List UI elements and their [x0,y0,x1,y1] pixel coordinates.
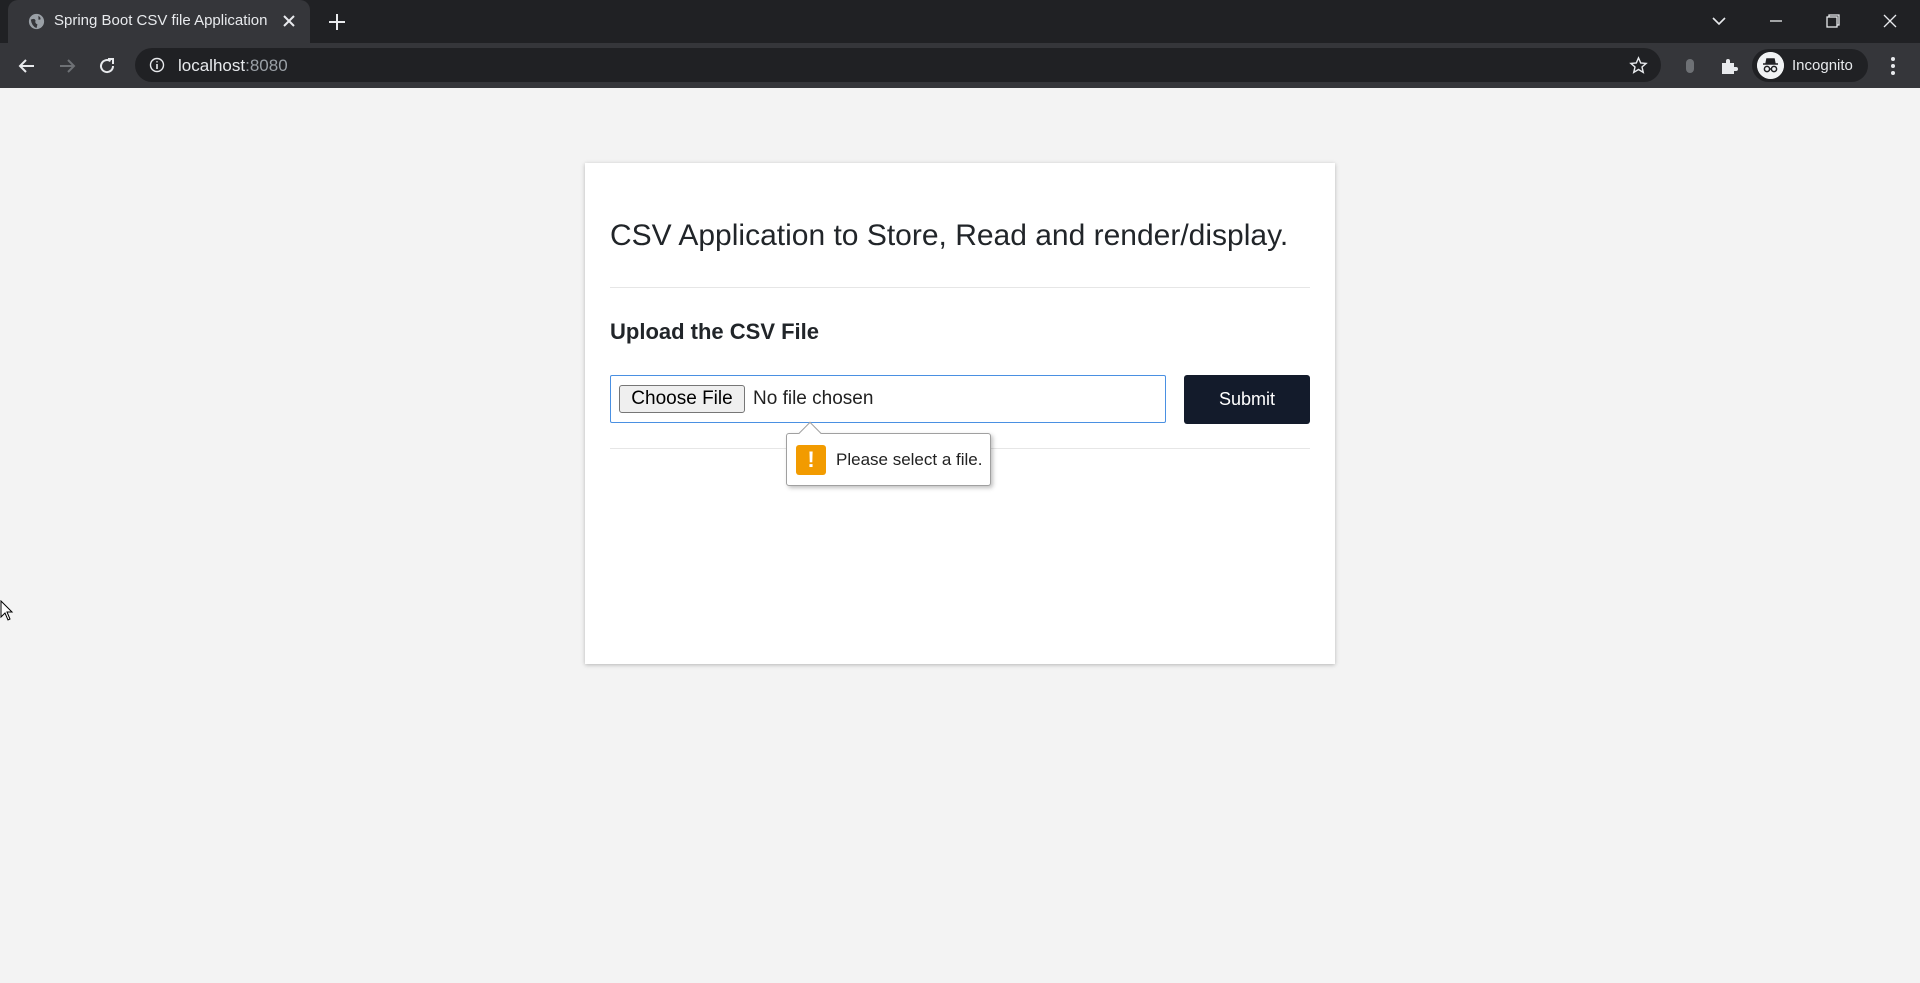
address-bar[interactable]: localhost:8080 [135,48,1661,82]
browser-tab[interactable]: Spring Boot CSV file Application [8,0,310,43]
mouse-cursor-icon [0,600,14,621]
csv-file-input[interactable]: Choose File No file chosen [610,375,1166,423]
browser-toolbar: localhost:8080 Incognito [0,43,1920,88]
tab-title: Spring Boot CSV file Application [54,12,268,29]
back-icon[interactable] [13,52,41,80]
close-tab-icon[interactable] [280,12,298,30]
site-info-icon[interactable] [149,57,165,73]
reload-icon[interactable] [93,52,121,80]
file-status-text: No file chosen [753,388,874,409]
divider [610,287,1310,288]
validation-message: Please select a file. [836,450,983,469]
more-menu-icon[interactable] [1882,54,1904,78]
upload-card: CSV Application to Store, Read and rende… [585,163,1335,664]
profile-label: Incognito [1792,57,1853,74]
tab-search-icon[interactable] [1704,6,1734,36]
url-text[interactable]: localhost:8080 [178,56,288,76]
upload-heading: Upload the CSV File [610,319,820,344]
profile-incognito-button[interactable]: Incognito [1752,49,1868,82]
incognito-icon [1757,52,1784,79]
bookmark-star-icon[interactable] [1629,56,1648,75]
globe-icon [28,13,45,30]
restore-icon[interactable] [1818,6,1848,36]
extensions-puzzle-icon[interactable] [1718,55,1740,77]
extension-mouse-icon[interactable] [1679,55,1701,77]
submit-button[interactable]: Submit [1184,375,1310,424]
new-tab-icon[interactable] [325,10,349,34]
page-title: CSV Application to Store, Read and rende… [610,219,1289,252]
warning-icon: ! [796,445,826,475]
minimize-icon[interactable] [1761,6,1791,36]
forward-icon[interactable] [53,52,81,80]
close-window-icon[interactable] [1875,6,1905,36]
choose-file-button[interactable]: Choose File [619,385,745,413]
browser-titlebar: Spring Boot CSV file Application [0,0,1920,43]
validation-tooltip: ! Please select a file. [786,421,991,486]
